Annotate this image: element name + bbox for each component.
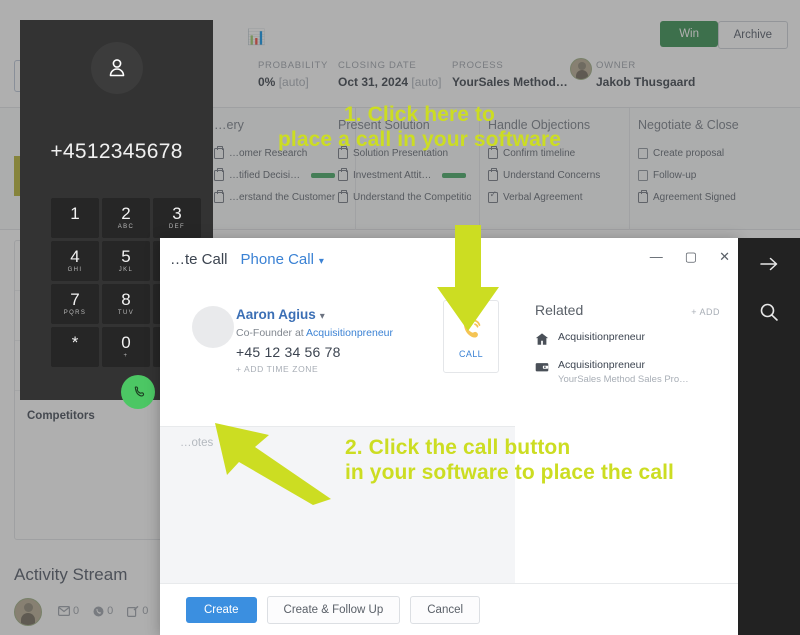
contact-name[interactable]: Aaron Agius: [236, 307, 316, 322]
modal-footer: Create Create & Follow Up Cancel: [160, 583, 738, 635]
stage-item[interactable]: Understand Concerns: [488, 164, 621, 186]
related-title: Related: [535, 302, 584, 318]
clipboard-icon: [488, 146, 498, 159]
create-call-modal: …te Call Phone Call ▾ — ▢ ✕ Aaron Agius ▾ …: [160, 238, 738, 635]
checkbox-icon: [638, 147, 648, 159]
modal-header: …te Call Phone Call ▾ — ▢ ✕: [160, 238, 738, 280]
win-button[interactable]: Win: [660, 21, 718, 47]
stage-item[interactable]: …omer Research: [214, 142, 347, 164]
home-icon: [535, 333, 549, 345]
related-item[interactable]: Acquisitionpreneur: [535, 331, 720, 346]
chevron-down-icon: ▾: [318, 255, 324, 267]
dialpad-key-4[interactable]: 4 GHI: [51, 241, 99, 281]
clipboard-icon: [638, 190, 648, 203]
phone-icon: [93, 606, 104, 616]
maximize-button[interactable]: ▢: [685, 250, 697, 264]
activity-stream-title: Activity Stream: [14, 565, 128, 584]
mail-icon: [58, 606, 70, 616]
stage-item[interactable]: Agreement Signed: [638, 186, 772, 208]
dialpad-key-7[interactable]: 7 PQRS: [51, 284, 99, 324]
clipboard-icon: [338, 146, 348, 159]
related-item[interactable]: Acquisitionpreneur YourSales Method Sale…: [535, 359, 720, 386]
call-button-label: CALL: [458, 349, 484, 359]
call-button[interactable]: CALL: [443, 300, 499, 373]
dialer-avatar: [90, 42, 143, 94]
modal-title: …te Call: [170, 250, 228, 268]
stage-item[interactable]: Follow-up: [638, 164, 772, 186]
screenshot-root: …eur 📊 Win Archive EUR PROBABILITY 0% [a…: [0, 0, 800, 635]
stage-item[interactable]: Understand the Competition: [338, 186, 471, 208]
contact-role: Co-Founder at Acquisitionpreneur: [236, 327, 394, 339]
dialpad-key-0[interactable]: 0 +: [102, 327, 150, 367]
phone-count[interactable]: 0: [93, 605, 113, 617]
chart-icon: 📊: [247, 29, 266, 46]
stage-item[interactable]: Investment Attit…: [338, 164, 471, 186]
mail-count[interactable]: 0: [58, 605, 79, 617]
person-icon: [109, 59, 124, 77]
check-box-icon: [488, 189, 498, 203]
chevron-down-icon: ▾: [319, 311, 325, 322]
meta-probability: PROBABILITY 0% [auto]: [258, 60, 328, 89]
checkbox-icon: [638, 169, 648, 181]
clipboard-icon: [338, 168, 348, 181]
create-follow-up-button[interactable]: Create & Follow Up: [266, 595, 401, 624]
dial-call-button[interactable]: [121, 375, 155, 409]
dialpad-key-8[interactable]: 8 TUV: [102, 284, 150, 324]
right-sidebar-rail: [738, 238, 800, 635]
cancel-button[interactable]: Cancel: [410, 595, 481, 624]
dialpad-key-3[interactable]: 3 DEF: [153, 198, 201, 238]
dialpad-key-1[interactable]: 1: [51, 198, 99, 238]
contact-phone: +45 12 34 56 78: [236, 344, 341, 360]
add-time-zone-link[interactable]: + ADD TIME ZONE: [236, 364, 393, 374]
deal-icon: [535, 363, 549, 372]
note-icon: [127, 605, 139, 617]
notes-placeholder: …otes: [180, 437, 214, 449]
dialpad-key-star[interactable]: *: [51, 327, 99, 367]
call-type-selector[interactable]: Phone Call ▾: [241, 251, 324, 268]
modal-body: Aaron Agius ▾ Co-Founder at Acquisitionpr…: [160, 280, 738, 583]
clipboard-icon: [488, 168, 498, 181]
related-header: Related + ADD: [535, 302, 720, 318]
avatar: [14, 598, 42, 626]
dialpad-key-5[interactable]: 5 JKL: [102, 241, 150, 281]
stage-item[interactable]: Confirm timeline: [488, 142, 621, 164]
avatar: [192, 306, 234, 348]
stage-item[interactable]: Verbal Agreement: [488, 186, 621, 208]
stage-column-negotiate-close: Negotiate & Close Create proposal Follow…: [630, 108, 780, 230]
meta-process: PROCESS YourSales Method…: [452, 60, 568, 89]
contact-name-row[interactable]: Aaron Agius ▾: [236, 306, 393, 324]
stage-item[interactable]: …tified Decisi…: [214, 164, 347, 186]
contact-info: Aaron Agius ▾ Co-Founder at Acquisitionpr…: [236, 306, 393, 374]
clipboard-icon: [338, 190, 348, 203]
phone-ringing-icon: [463, 319, 481, 338]
notes-input[interactable]: …otes: [160, 426, 515, 583]
related-add-link[interactable]: + ADD: [691, 307, 720, 317]
dialed-number: +4512345678: [50, 140, 183, 163]
progress-bar: [442, 172, 467, 178]
company-link[interactable]: Acquisitionpreneur: [306, 327, 393, 339]
call-detail-pane: Aaron Agius ▾ Co-Founder at Acquisitionpr…: [160, 280, 515, 583]
window-controls: — ▢ ✕: [650, 250, 730, 264]
search-icon[interactable]: [757, 300, 781, 324]
meta-owner: OWNER Jakob Thusgaard: [596, 60, 696, 89]
meta-closing-date: CLOSING DATE Oct 31, 2024 [auto]: [338, 60, 442, 89]
stage-item[interactable]: …erstand the Customer: [214, 186, 347, 208]
arrow-right-icon[interactable]: [757, 252, 781, 276]
clipboard-icon: [214, 146, 224, 159]
related-pane: Related + ADD Acquisitionpreneur Acquisi…: [515, 280, 738, 583]
stage-item[interactable]: Create proposal: [638, 142, 772, 164]
close-button[interactable]: ✕: [719, 250, 730, 264]
archive-button[interactable]: Archive: [717, 21, 788, 49]
minimize-button[interactable]: —: [650, 250, 663, 264]
avatar: [570, 58, 592, 80]
stage-column-handle-objections: Handle Objections Confirm timeline Under…: [480, 108, 630, 230]
stage-item[interactable]: Solution Presentation: [338, 142, 471, 164]
create-button[interactable]: Create: [186, 596, 257, 623]
note-count[interactable]: 0: [127, 605, 148, 617]
dialpad-key-2[interactable]: 2 ABC: [102, 198, 150, 238]
clipboard-icon: [214, 168, 224, 181]
phone-handset-icon: [134, 385, 144, 397]
stage-column-present-solution: Present Solution Solution Presentation I…: [330, 108, 480, 230]
clipboard-icon: [214, 190, 224, 203]
